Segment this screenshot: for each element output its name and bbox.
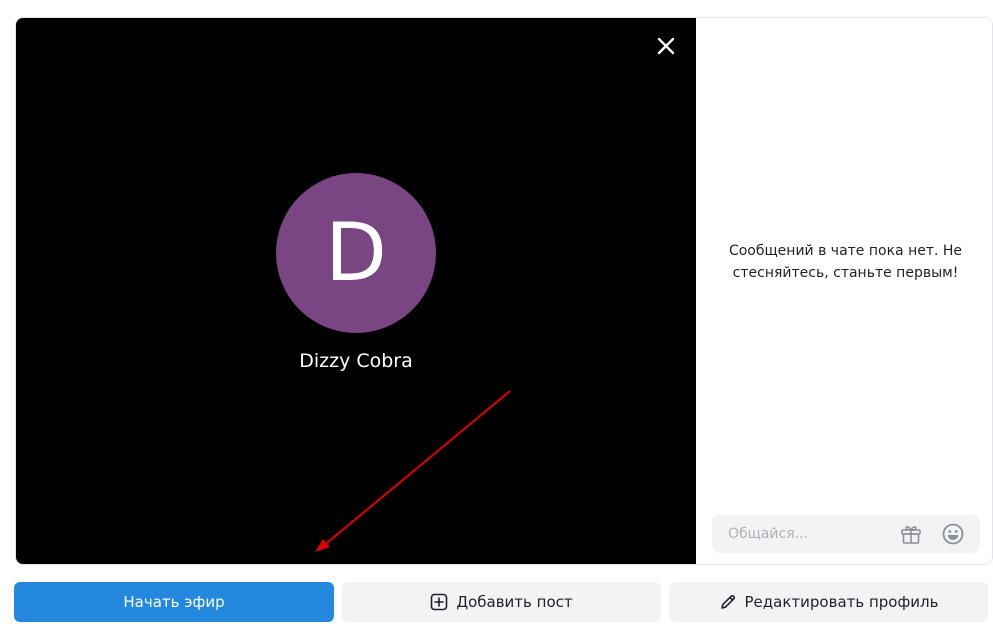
chat-empty-message: Сообщений в чате пока нет. Не стесняйтес… bbox=[728, 243, 963, 281]
edit-profile-button[interactable]: Редактировать профиль bbox=[669, 582, 988, 622]
plus-square-icon bbox=[430, 593, 448, 611]
page-root: D Dizzy Cobra Сообщений в чате пока нет.… bbox=[0, 0, 993, 637]
avatar-letter: D bbox=[325, 206, 387, 299]
add-post-label: Добавить пост bbox=[456, 593, 573, 611]
chat-input[interactable] bbox=[712, 515, 887, 553]
stream-card: D Dizzy Cobra Сообщений в чате пока нет.… bbox=[15, 17, 993, 565]
add-post-button[interactable]: Добавить пост bbox=[342, 582, 661, 622]
start-stream-button[interactable]: Начать эфир bbox=[14, 582, 334, 622]
chat-panel: Сообщений в чате пока нет. Не стесняйтес… bbox=[696, 18, 992, 564]
chat-input-container bbox=[712, 515, 980, 553]
edit-profile-label: Редактировать профиль bbox=[744, 593, 939, 611]
gift-icon[interactable] bbox=[899, 522, 923, 546]
pencil-icon bbox=[719, 593, 737, 611]
user-name: Dizzy Cobra bbox=[299, 350, 413, 372]
video-area: D Dizzy Cobra bbox=[16, 18, 696, 564]
emoji-icon[interactable] bbox=[941, 522, 965, 546]
avatar: D bbox=[276, 173, 436, 333]
start-stream-label: Начать эфир bbox=[123, 593, 225, 611]
close-icon[interactable] bbox=[654, 34, 678, 58]
